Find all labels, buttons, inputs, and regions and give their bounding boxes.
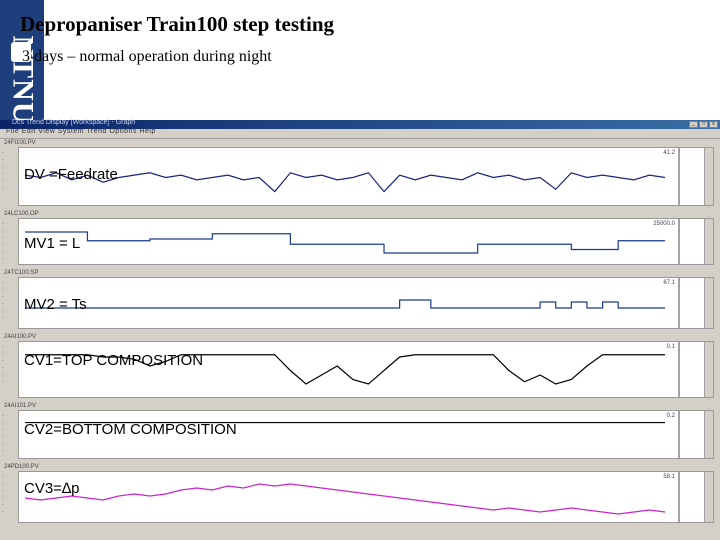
current-value: 41.2 bbox=[663, 150, 675, 156]
trend-panel-cv3: 24PD100.PV - - - - - -58.1 CV3=∆p bbox=[0, 464, 720, 524]
current-value: 0.2 bbox=[666, 413, 675, 419]
axis-tick: - bbox=[2, 308, 4, 314]
window-controls: _ □ x bbox=[689, 121, 718, 128]
minimize-button[interactable]: _ bbox=[689, 121, 698, 128]
axis-tick: - bbox=[2, 481, 4, 487]
panel-label: CV3=∆p bbox=[24, 480, 80, 497]
axis-tick: - bbox=[2, 164, 4, 170]
axis-tick: - bbox=[2, 256, 4, 262]
axis-tick: - bbox=[2, 427, 4, 433]
trend-line-mv2 bbox=[25, 299, 665, 309]
panel-scrollbar[interactable] bbox=[704, 278, 713, 328]
panel-tag: 24LC100.OP bbox=[4, 211, 39, 217]
current-value: 67.1 bbox=[663, 280, 675, 286]
axis-tick: - bbox=[2, 441, 4, 447]
window-title: Dcs Trend Display [Workspace] - Graph bbox=[12, 119, 136, 126]
trend-line-cv3 bbox=[24, 483, 666, 515]
axis-tick: - bbox=[2, 420, 4, 426]
trend-panel-cv1: 24AI100.PV - - - - - -0.1 CV1=TOP COMPOSITION bbox=[0, 334, 720, 399]
plot-area[interactable]: 41.2 bbox=[18, 147, 714, 206]
panel-scrollbar[interactable] bbox=[704, 219, 713, 264]
axis-ticks: ------ bbox=[2, 150, 16, 192]
menu-items[interactable]: File Edit View System Trend Options Help bbox=[6, 128, 156, 135]
axis-tick: - bbox=[2, 315, 4, 321]
axis-tick: - bbox=[2, 235, 4, 241]
axis-tick: - bbox=[2, 228, 4, 234]
current-value: 25000.0 bbox=[653, 221, 675, 227]
axis-tick: - bbox=[2, 171, 4, 177]
axis-tick: - bbox=[2, 351, 4, 357]
axis-tick: - bbox=[2, 157, 4, 163]
trend-chart bbox=[24, 148, 680, 205]
panel-scrollbar[interactable] bbox=[704, 342, 713, 397]
current-value: 58.1 bbox=[663, 474, 675, 480]
axis-tick: - bbox=[2, 287, 4, 293]
axis-ticks: ------ bbox=[2, 413, 16, 455]
axis-tick: - bbox=[2, 150, 4, 156]
current-value: 0.1 bbox=[666, 344, 675, 350]
trend-chart bbox=[25, 278, 680, 328]
axis-ticks: ------ bbox=[2, 474, 16, 516]
axis-tick: - bbox=[2, 379, 4, 385]
trend-chart bbox=[24, 472, 680, 522]
plot-area[interactable]: 58.1 bbox=[18, 471, 714, 523]
axis-tick: - bbox=[2, 294, 4, 300]
panel-scrollbar[interactable] bbox=[704, 472, 713, 522]
trend-panel-dv: 24FI100.PV - - - - - -41.2 DV =Feedrate bbox=[0, 140, 720, 207]
trend-line-dv bbox=[24, 172, 666, 193]
trend-panel-cv2: 24AI101.PV - - - - - -0.2 CV2=BOTTOM COMPOSITIO… bbox=[0, 403, 720, 460]
axis-ticks: ------ bbox=[2, 221, 16, 263]
axis-tick: - bbox=[2, 178, 4, 184]
panel-tag: 24AI101.PV bbox=[4, 403, 37, 409]
axis-ticks: ------ bbox=[2, 280, 16, 322]
panel-scrollbar[interactable] bbox=[704, 148, 713, 205]
axis-tick: - bbox=[2, 358, 4, 364]
axis-tick: - bbox=[2, 185, 4, 191]
close-button[interactable]: x bbox=[709, 121, 718, 128]
panel-tag: 24PD100.PV bbox=[4, 464, 39, 470]
axis-tick: - bbox=[2, 434, 4, 440]
maximize-button[interactable]: □ bbox=[699, 121, 708, 128]
panel-tag: 24TC100.SP bbox=[4, 270, 39, 276]
panel-scrollbar[interactable] bbox=[704, 411, 713, 458]
axis-tick: - bbox=[2, 372, 4, 378]
panel-label: DV =Feedrate bbox=[24, 166, 118, 183]
plot-area[interactable]: 67.1 bbox=[18, 277, 714, 329]
slide-title: Depropaniser Train100 step testing bbox=[20, 12, 335, 36]
axis-tick: - bbox=[2, 502, 4, 508]
trend-panel-mv2: 24TC100.SP - - - - - -67.1 MV2 = Ts bbox=[0, 270, 720, 330]
trend-line-mv1 bbox=[25, 231, 665, 254]
plot-area[interactable]: 0.1 bbox=[18, 341, 714, 398]
trend-window: Dcs Trend Display [Workspace] - Graph _ … bbox=[0, 119, 720, 540]
panel-tag: 24AI100.PV bbox=[4, 334, 37, 340]
trend-chart bbox=[25, 219, 680, 264]
axis-tick: - bbox=[2, 448, 4, 454]
axis-tick: - bbox=[2, 488, 4, 494]
panel-tag: 24FI100.PV bbox=[4, 140, 36, 146]
axis-tick: - bbox=[2, 509, 4, 515]
panel-label: MV1 = L bbox=[24, 235, 81, 252]
menu-bar: File Edit View System Trend Options Help bbox=[0, 128, 720, 139]
trend-chart bbox=[25, 342, 680, 397]
axis-tick: - bbox=[2, 280, 4, 286]
panel-label: CV1=TOP COMPOSITION bbox=[24, 352, 204, 369]
axis-tick: - bbox=[2, 413, 4, 419]
axis-tick: - bbox=[2, 242, 4, 248]
trend-panel-mv1: 24LC100.OP - - - - - -25000.0 MV1 = L bbox=[0, 211, 720, 266]
axis-tick: - bbox=[2, 221, 4, 227]
plot-area[interactable]: 25000.0 bbox=[18, 218, 714, 265]
axis-ticks: ------ bbox=[2, 344, 16, 386]
axis-tick: - bbox=[2, 301, 4, 307]
panel-label: CV2=BOTTOM COMPOSITION bbox=[24, 421, 237, 438]
axis-tick: - bbox=[2, 249, 4, 255]
axis-tick: - bbox=[2, 495, 4, 501]
panel-label: MV2 = Ts bbox=[24, 296, 87, 313]
slide-bullet: 3 days – normal operation during night bbox=[22, 48, 272, 65]
axis-tick: - bbox=[2, 474, 4, 480]
axis-tick: - bbox=[2, 344, 4, 350]
axis-tick: - bbox=[2, 365, 4, 371]
